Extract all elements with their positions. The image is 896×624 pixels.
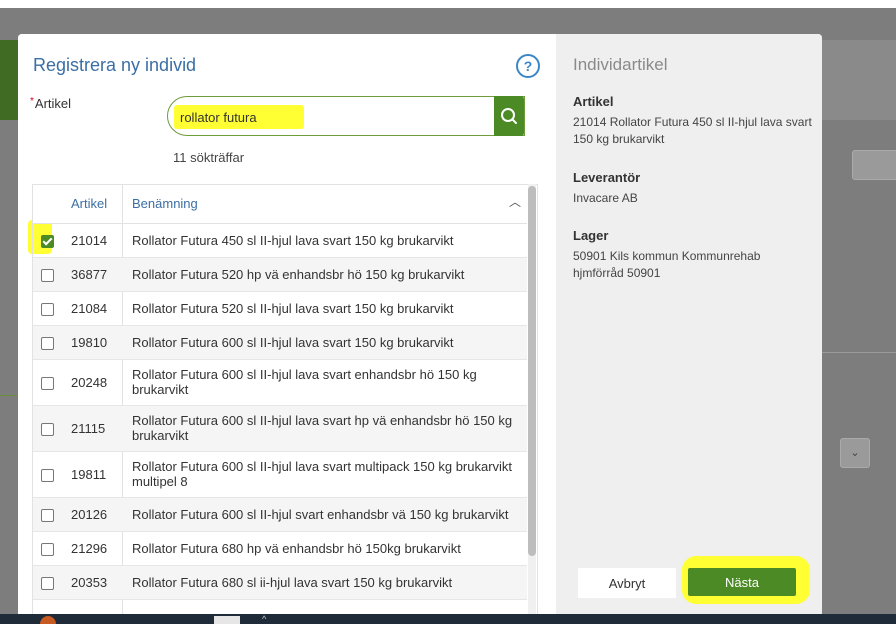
panel-leverantor-value: Invacare AB [573, 191, 638, 205]
register-individual-dialog: Registrera ny individ ? *Artikel 11 sökt… [18, 34, 822, 614]
backdrop-nav-strip [0, 40, 18, 120]
row-artikel: 21296 [71, 541, 108, 556]
article-details-panel: Individartikel Artikel 21014 Rollator Fu… [556, 34, 822, 614]
backdrop-divider [822, 352, 896, 353]
table-row[interactable]: 21296 Rollator Futura 680 hp vä enhandsbr… [33, 532, 527, 566]
row-artikel: 19811 [71, 467, 107, 482]
row-checkbox[interactable] [41, 377, 54, 390]
row-checkbox[interactable] [41, 577, 54, 590]
row-artikel: 20353 [71, 575, 108, 590]
column-header-benamning[interactable]: Benämning [132, 196, 198, 211]
backdrop-button [852, 150, 896, 180]
table-header: Artikel Benämning ︿ [33, 185, 527, 224]
row-benamning: Rollator Futura 520 hp vä enhandsbr hö 1… [132, 267, 465, 282]
results-table: Artikel Benämning ︿ 21014 Rollator Futura… [32, 184, 538, 614]
row-artikel: 21014 [71, 233, 108, 248]
table-row[interactable]: 21014 Rollator Futura 450 sl II-hjul lava… [33, 224, 527, 258]
chevron-up-icon[interactable]: ︿ [509, 193, 521, 210]
backdrop-divider-left [0, 395, 18, 396]
help-circle-icon[interactable]: ? [516, 54, 540, 78]
table-row[interactable]: 20248 Rollator Futura 600 sl II-hjul lava… [33, 360, 527, 406]
row-checkbox[interactable] [41, 423, 54, 436]
artikel-field-label: *Artikel [30, 96, 71, 111]
search-button[interactable] [494, 96, 524, 136]
row-checkbox[interactable] [41, 543, 54, 556]
artikel-label-text: Artikel [34, 96, 72, 111]
taskbar-chevron-icon[interactable]: ^ [262, 614, 272, 624]
table-row[interactable]: 20126 Rollator Futura 600 sl II-hjul svar… [33, 498, 527, 532]
row-benamning: Rollator Futura 450 sl II-hjul lava svar… [132, 233, 454, 248]
row-benamning: Rollator Futura 680 sl ii-hjul lava svar… [132, 575, 453, 590]
taskbar-app-icon[interactable] [40, 616, 56, 624]
row-artikel: 36877 [71, 267, 108, 282]
row-benamning: Rollator Futura 600 sl II-hjul lava svar… [132, 367, 477, 397]
column-header-artikel[interactable]: Artikel [71, 196, 107, 211]
next-button[interactable]: Nästa [688, 568, 796, 596]
artikel-search-input[interactable] [180, 105, 480, 129]
row-checkbox[interactable] [41, 269, 54, 282]
browser-top-strip [0, 0, 896, 8]
dialog-title: Registrera ny individ [33, 55, 197, 75]
row-artikel: 20126 [71, 507, 108, 522]
row-checkbox[interactable] [41, 235, 54, 248]
cancel-button[interactable]: Avbryt [578, 568, 676, 598]
row-artikel: 19810 [71, 335, 108, 350]
row-benamning: Rollator Futura 600 sl II-hjul lava svar… [132, 459, 513, 489]
table-row[interactable]: 21084 Rollator Futura 520 sl II-hjul lava… [33, 292, 527, 326]
row-benamning: Rollator Futura 600 sl II-hjul lava svar… [132, 413, 513, 443]
panel-leverantor-label: Leverantör [573, 170, 641, 185]
panel-artikel-value: 21014 Rollator Futura 450 sl II-hjul lav… [573, 115, 812, 146]
row-artikel: 21084 [71, 301, 108, 316]
required-marker: * [30, 96, 34, 107]
row-artikel: 21115 [71, 421, 106, 436]
table-row[interactable]: 36877 Rollator Futura 520 hp vä enhandsbr… [33, 258, 527, 292]
search-icon [501, 108, 517, 124]
search-hit-count: 11 sökträffar [173, 150, 245, 165]
row-checkbox[interactable] [41, 337, 54, 350]
row-benamning: Rollator Futura 600 sl II-hjul lava svar… [132, 335, 454, 350]
scrollbar-thumb[interactable] [528, 186, 536, 556]
table-body: 21014 Rollator Futura 450 sl II-hjul lava… [33, 224, 527, 600]
backdrop-header [822, 40, 896, 120]
panel-lager-value: 50901 Kils kommun Kommunrehab hjmförråd … [573, 249, 761, 280]
row-benamning: Rollator Futura 600 sl II-hjul svart enh… [132, 507, 509, 522]
row-benamning: Rollator Futura 680 hp vä enhandsbr hö 1… [132, 541, 461, 556]
row-checkbox[interactable] [41, 509, 54, 522]
row-checkbox[interactable] [41, 469, 54, 482]
row-checkbox[interactable] [41, 303, 54, 316]
panel-lager-label: Lager [573, 228, 609, 243]
row-artikel: 20248 [71, 375, 108, 390]
taskbar-window-icon[interactable] [214, 616, 240, 624]
table-row[interactable]: 19811 Rollator Futura 600 sl II-hjul lava… [33, 452, 527, 498]
table-row[interactable]: 19810 Rollator Futura 600 sl II-hjul lava… [33, 326, 527, 360]
backdrop-select: ⌄ [840, 438, 870, 468]
panel-title: Individartikel [573, 55, 668, 74]
taskbar: ^ [0, 614, 896, 624]
table-row[interactable]: 20353 Rollator Futura 680 sl ii-hjul lava… [33, 566, 527, 600]
row-benamning: Rollator Futura 520 sl II-hjul lava svar… [132, 301, 454, 316]
panel-artikel-label: Artikel [573, 94, 614, 109]
table-row[interactable]: 21115 Rollator Futura 600 sl II-hjul lava… [33, 406, 527, 452]
dialog-main: Registrera ny individ ? *Artikel 11 sökt… [18, 34, 556, 614]
